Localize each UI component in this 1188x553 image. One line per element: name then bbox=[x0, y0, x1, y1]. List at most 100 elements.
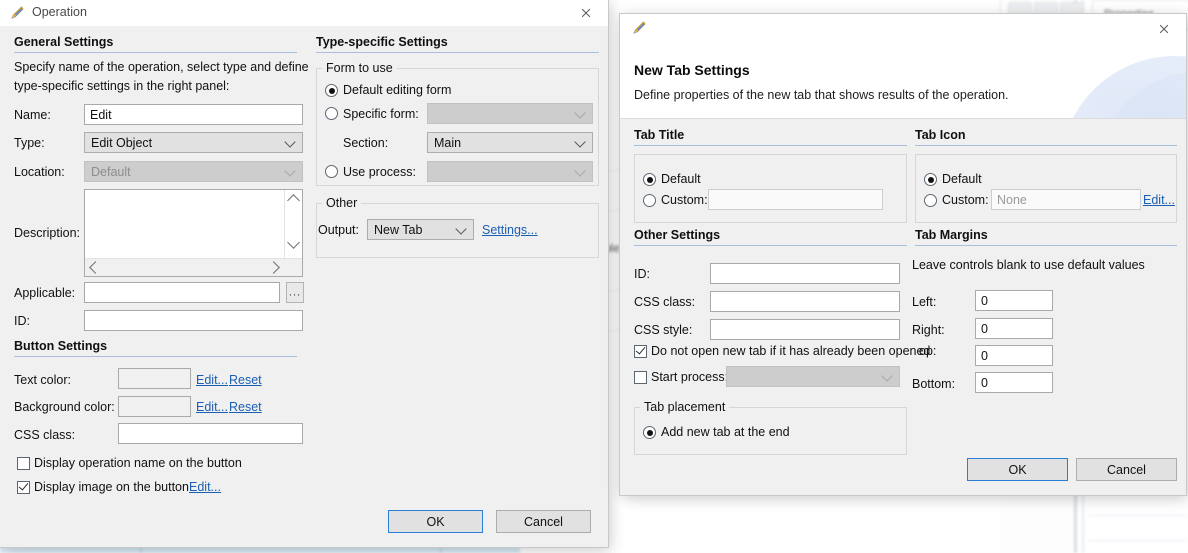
background-color-label: Background color: bbox=[14, 400, 115, 414]
default-editing-form-label[interactable]: Default editing form bbox=[343, 83, 451, 97]
other-group-caption: Other bbox=[322, 196, 362, 210]
text-color-swatch[interactable] bbox=[118, 368, 191, 389]
tab-title-custom-radio[interactable] bbox=[643, 194, 656, 207]
start-process-checkbox[interactable] bbox=[634, 371, 647, 384]
tab-icon-custom-radio[interactable] bbox=[924, 194, 937, 207]
tab-icon-default-radio[interactable] bbox=[924, 173, 937, 186]
background-color-swatch[interactable] bbox=[118, 396, 191, 417]
start-process-label[interactable]: Start process: bbox=[651, 370, 728, 384]
margin-bottom-input[interactable]: 0 bbox=[975, 372, 1053, 393]
close-icon[interactable] bbox=[564, 0, 608, 26]
new-tab-ok-button[interactable]: OK bbox=[967, 458, 1068, 481]
applicable-browse-button[interactable]: ... bbox=[286, 282, 304, 303]
button-settings-rule bbox=[14, 356, 297, 357]
tab-icon-custom-input[interactable]: None bbox=[991, 189, 1141, 210]
operation-cancel-button[interactable]: Cancel bbox=[496, 510, 591, 533]
type-specific-settings-rule bbox=[316, 52, 599, 53]
specific-form-label[interactable]: Specific form: bbox=[343, 107, 419, 121]
chevron-down-icon bbox=[574, 164, 586, 177]
new-tab-id-input[interactable] bbox=[710, 263, 900, 284]
applicable-label: Applicable: bbox=[14, 286, 76, 300]
form-to-use-caption: Form to use bbox=[322, 61, 397, 75]
operation-ok-button[interactable]: OK bbox=[388, 510, 483, 533]
use-process-label[interactable]: Use process: bbox=[343, 165, 416, 179]
operation-dialog-titlebar: Operation bbox=[0, 0, 608, 26]
margin-left-label: Left: bbox=[912, 295, 937, 309]
new-tab-css-style-input[interactable] bbox=[710, 319, 900, 340]
chevron-down-icon bbox=[284, 164, 296, 177]
location-select: Default bbox=[84, 161, 303, 182]
margin-top-label: op: bbox=[919, 344, 937, 358]
default-editing-form-radio[interactable] bbox=[325, 84, 338, 97]
display-image-edit-link[interactable]: Edit... bbox=[189, 480, 221, 494]
tab-title-default-radio[interactable] bbox=[643, 173, 656, 186]
new-tab-settings-dialog: New Tab Settings Define properties of th… bbox=[620, 14, 1186, 495]
chevron-down-icon bbox=[574, 135, 586, 148]
add-tab-at-end-label[interactable]: Add new tab at the end bbox=[661, 425, 790, 439]
do-not-open-new-tab-label[interactable]: Do not open new tab if it has already be… bbox=[651, 344, 930, 358]
background-color-edit-link[interactable]: Edit... bbox=[196, 400, 228, 414]
type-label: Type: bbox=[14, 136, 45, 150]
type-specific-settings-header: Type-specific Settings bbox=[316, 35, 448, 49]
new-tab-css-class-label: CSS class: bbox=[634, 295, 696, 309]
margin-top-input[interactable]: 0 bbox=[975, 345, 1053, 366]
use-process-radio[interactable] bbox=[325, 165, 338, 178]
scroll-left-icon[interactable] bbox=[89, 261, 102, 274]
chevron-down-icon bbox=[284, 135, 296, 148]
section-select[interactable]: Main bbox=[427, 132, 593, 153]
tab-icon-default-label[interactable]: Default bbox=[942, 172, 982, 186]
tab-icon-custom-value: None bbox=[997, 192, 1027, 207]
output-settings-link[interactable]: Settings... bbox=[482, 223, 538, 237]
start-process-select bbox=[726, 366, 900, 387]
operation-dialog: Operation General Settings Specify name … bbox=[0, 0, 608, 547]
general-settings-rule bbox=[14, 52, 297, 53]
id-input[interactable] bbox=[84, 310, 303, 331]
css-class-input[interactable] bbox=[118, 423, 303, 444]
scroll-down-icon[interactable] bbox=[287, 236, 300, 249]
display-operation-name-checkbox[interactable] bbox=[17, 457, 30, 470]
text-color-reset-link[interactable]: Reset bbox=[229, 373, 262, 387]
type-select[interactable]: Edit Object bbox=[84, 132, 303, 153]
tab-icon-edit-link[interactable]: Edit... bbox=[1143, 193, 1175, 207]
description-textarea[interactable] bbox=[84, 189, 303, 277]
scroll-up-icon[interactable] bbox=[287, 194, 300, 207]
chevron-down-icon bbox=[455, 222, 467, 235]
tab-margins-hint: Leave controls blank to use default valu… bbox=[912, 258, 1145, 272]
tab-title-default-label[interactable]: Default bbox=[661, 172, 701, 186]
margin-left-input[interactable]: 0 bbox=[975, 290, 1053, 311]
scroll-right-icon[interactable] bbox=[267, 261, 280, 274]
specific-form-radio[interactable] bbox=[325, 107, 338, 120]
general-intro-line2: type-specific settings in the right pane… bbox=[14, 79, 230, 93]
do-not-open-new-tab-checkbox[interactable] bbox=[634, 345, 647, 358]
close-icon[interactable] bbox=[1142, 14, 1186, 44]
other-settings-rule bbox=[634, 245, 907, 246]
display-image-label[interactable]: Display image on the button bbox=[34, 480, 189, 494]
tab-title-custom-label[interactable]: Custom: bbox=[661, 193, 708, 207]
new-tab-css-class-input[interactable] bbox=[710, 291, 900, 312]
new-tab-cancel-button[interactable]: Cancel bbox=[1076, 458, 1177, 481]
add-tab-at-end-radio[interactable] bbox=[643, 426, 656, 439]
display-operation-name-label[interactable]: Display operation name on the button bbox=[34, 456, 242, 470]
new-tab-css-style-label: CSS style: bbox=[634, 323, 693, 337]
margin-right-value: 0 bbox=[981, 321, 988, 336]
name-input[interactable]: Edit bbox=[84, 104, 303, 125]
applicable-input[interactable] bbox=[84, 282, 280, 303]
id-label: ID: bbox=[14, 314, 30, 328]
tab-title-header: Tab Title bbox=[634, 128, 685, 142]
tab-title-custom-input[interactable] bbox=[708, 189, 883, 210]
applicable-browse-label: ... bbox=[288, 286, 302, 298]
margin-bottom-value: 0 bbox=[981, 375, 988, 390]
output-label: Output: bbox=[318, 223, 359, 237]
new-tab-ok-label: OK bbox=[1008, 462, 1027, 477]
section-select-value: Main bbox=[434, 135, 462, 150]
margin-right-input[interactable]: 0 bbox=[975, 318, 1053, 339]
output-select[interactable]: New Tab bbox=[367, 219, 474, 240]
display-image-checkbox[interactable] bbox=[17, 481, 30, 494]
chevron-down-icon bbox=[574, 106, 586, 119]
use-process-select bbox=[427, 161, 593, 182]
tab-icon-custom-label[interactable]: Custom: bbox=[942, 193, 989, 207]
new-tab-heading: New Tab Settings bbox=[634, 62, 750, 78]
background-color-reset-link[interactable]: Reset bbox=[229, 400, 262, 414]
text-color-edit-link[interactable]: Edit... bbox=[196, 373, 228, 387]
description-horizontal-scrollbar[interactable] bbox=[85, 258, 302, 276]
